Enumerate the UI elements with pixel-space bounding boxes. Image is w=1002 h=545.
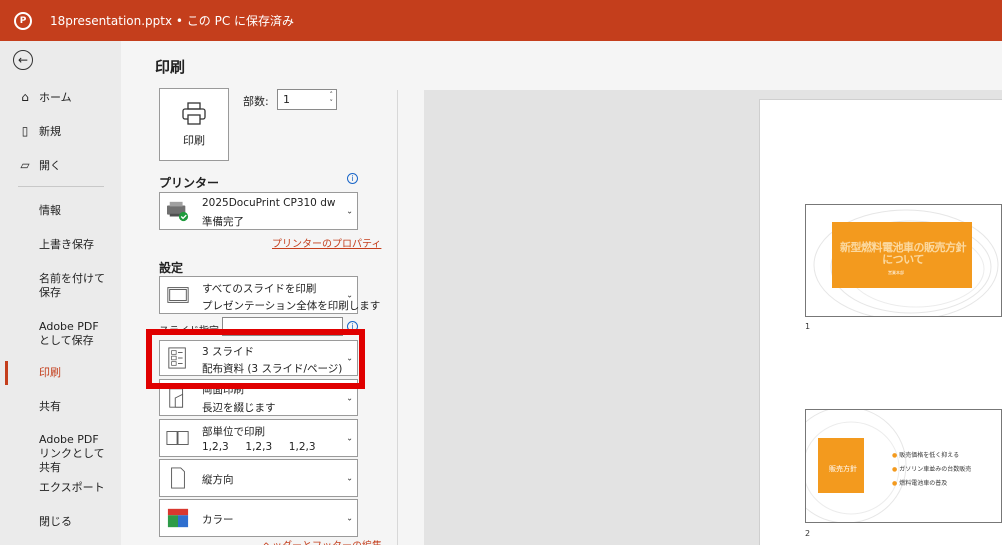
orientation-dropdown[interactable]: 縦方向 ⌄: [159, 459, 358, 497]
printer-name: 2025DocuPrint CP310 dw: [202, 197, 336, 209]
nav-item-label: Adobe PDF として保存: [39, 320, 99, 347]
spin-arrows-icon[interactable]: ˄ ˅: [330, 91, 334, 107]
slide-bullet: ● 燃料電池車の普及: [892, 480, 948, 487]
chevron-down-icon: ⌄: [346, 513, 353, 523]
new-file-icon: ▯: [21, 124, 29, 138]
copies-label: 部数:: [243, 95, 269, 108]
slide-number: 2: [805, 529, 811, 538]
settings-section-label: 設定: [159, 261, 184, 275]
chevron-down-icon: ⌄: [346, 393, 353, 402]
orientation-value: 縦方向: [202, 474, 234, 486]
nav-item-share[interactable]: 共有: [0, 400, 121, 414]
powerpoint-icon: P: [14, 11, 32, 30]
nav-item-label: エクスポート: [39, 481, 105, 494]
printer-icon: [182, 101, 206, 125]
title-bar: P 18presentation.pptx • この PC に保存済み: [0, 0, 1002, 41]
nav-item-label: 共有: [39, 400, 61, 413]
slide-number: 1: [805, 322, 811, 331]
nav-item-new[interactable]: ▯ 新規: [0, 122, 121, 140]
collate-icon: [166, 431, 189, 445]
back-arrow-icon[interactable]: ←: [13, 50, 33, 70]
nav-item-save-as[interactable]: 名前を付けて保存: [0, 272, 121, 300]
printer-section-label: プリンター: [159, 176, 220, 190]
chevron-down-icon: ⌄: [346, 290, 353, 300]
slide-bullet: ● 販売価格を低く抑える: [892, 452, 960, 459]
slides-range-dropdown[interactable]: すべてのスライドを印刷 プレゼンテーション全体を印刷します ⌄: [159, 276, 380, 314]
printer-status: 準備完了: [202, 216, 244, 228]
slides-range-title: すべてのスライドを印刷: [202, 283, 317, 295]
chevron-down-icon: ⌄: [346, 206, 353, 216]
nav-item-label: 閉じる: [39, 515, 72, 528]
nav-item-save[interactable]: 上書き保存: [0, 238, 121, 252]
color-dropdown[interactable]: カラー ⌄: [159, 499, 358, 537]
print-panel: 印刷 印刷 部数: 1 ˄ ˅ プリンター i 2025DocuPrint CP3…: [121, 41, 397, 545]
nav-item-close[interactable]: 閉じる: [0, 515, 121, 529]
color-value: カラー: [202, 514, 234, 526]
open-folder-icon: ▱: [20, 158, 30, 172]
nav-item-label: ホーム: [39, 91, 72, 104]
nav-item-label: 上書き保存: [39, 238, 94, 251]
slide-label: 販売方針: [829, 465, 857, 473]
home-icon: ⌂: [21, 90, 29, 104]
slides-range-desc: プレゼンテーション全体を印刷します: [202, 300, 381, 312]
chevron-down-icon: ⌄: [346, 473, 353, 483]
portrait-icon: [171, 467, 185, 489]
nav-item-label: 名前を付けて保存: [39, 272, 105, 299]
nav-item-label: 印刷: [39, 366, 61, 379]
nav-item-info[interactable]: 情報: [0, 204, 121, 218]
nav-item-print[interactable]: 印刷: [0, 366, 121, 380]
nav-item-label: Adobe PDF リンクとして共有: [39, 433, 105, 474]
chevron-down-icon: ⌄: [346, 433, 353, 443]
printer-ready-icon: [167, 201, 189, 222]
print-button[interactable]: 印刷: [159, 88, 229, 161]
collate-desc: 1,2,3 1,2,3 1,2,3: [202, 441, 316, 453]
nav-item-share-adobe-pdf-link[interactable]: Adobe PDF リンクとして共有: [0, 433, 121, 475]
nav-item-home[interactable]: ⌂ ホーム: [0, 88, 121, 106]
highlight-box: [146, 329, 365, 389]
nav-divider: [18, 186, 104, 187]
copies-stepper[interactable]: 1 ˄ ˅: [277, 89, 337, 110]
nav-item-label: 新規: [39, 125, 61, 138]
duplex-desc: 長辺を綴じます: [202, 402, 276, 414]
info-icon[interactable]: i: [347, 173, 358, 184]
nav-item-label: 開く: [39, 159, 61, 172]
slides-icon: [167, 287, 189, 303]
nav-item-open[interactable]: ▱ 開く: [0, 156, 121, 174]
slide-subtitle: 営業本部: [888, 270, 904, 275]
color-icon: [167, 508, 189, 528]
collate-title: 部単位で印刷: [202, 426, 265, 438]
nav-item-save-as-adobe-pdf[interactable]: Adobe PDF として保存: [0, 320, 121, 348]
printer-dropdown[interactable]: 2025DocuPrint CP310 dw 準備完了 ⌄: [159, 192, 358, 230]
printer-properties-link[interactable]: プリンターのプロパティ: [272, 235, 381, 250]
header-footer-link[interactable]: ヘッダーとフッターの編集: [262, 537, 382, 545]
nav-item-label: 情報: [39, 204, 61, 217]
duplex-icon: [169, 387, 184, 408]
backstage-nav: ← ⌂ ホーム ▯ 新規 ▱ 開く 情報 上書き保存 名前を付けて保存 Adob…: [0, 41, 121, 545]
print-button-label: 印刷: [183, 133, 205, 147]
slide-title: 新型燃料電池車の販売方針について: [840, 241, 967, 266]
nav-item-export[interactable]: エクスポート: [0, 481, 121, 495]
panel-divider: [397, 90, 398, 545]
collate-dropdown[interactable]: 部単位で印刷 1,2,3 1,2,3 1,2,3 ⌄: [159, 419, 358, 457]
page-title: 印刷: [155, 58, 186, 76]
document-title: 18presentation.pptx • この PC に保存済み: [50, 14, 295, 28]
slide-bullet: ● ガソリン車並みの台数販売: [892, 466, 972, 473]
copies-value: 1: [283, 93, 290, 106]
